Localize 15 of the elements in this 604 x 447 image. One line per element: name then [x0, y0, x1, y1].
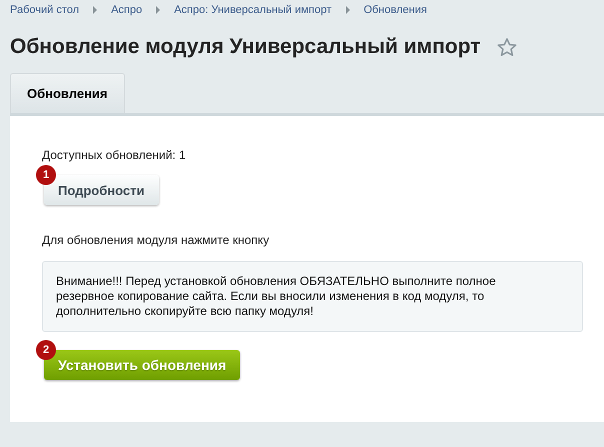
breadcrumb-link[interactable]: Аспро: Универсальный импорт	[174, 4, 332, 16]
warning-notice: Внимание!!! Перед установкой обновления ОБЯЗАТЕЛЬНО выполните полное резервное копирование сайта. Если вы вносили изменения в код модуля, то дополнительно скопируйте всю папку модуля!	[42, 261, 583, 332]
chevron-icon	[93, 6, 98, 14]
instruction-text: Для обновления модуля нажмите кнопку	[42, 233, 270, 248]
updates-count-text: Доступных обновлений: 1	[42, 148, 187, 163]
tab[interactable]: Обновления	[10, 73, 125, 113]
step-number-badge: 2	[36, 340, 56, 360]
page-title: Обновление модуля Универсальный импорт	[10, 35, 481, 59]
breadcrumb-link[interactable]: Рабочий стол	[10, 4, 80, 16]
chevron-icon	[156, 6, 160, 14]
breadcrumb-link[interactable]: Аспро	[111, 4, 142, 16]
breadcrumb-link[interactable]: Обновления	[364, 4, 427, 16]
chevron-icon	[346, 6, 350, 14]
step-number-badge: 1	[36, 165, 56, 185]
star-icon[interactable]	[496, 38, 517, 56]
